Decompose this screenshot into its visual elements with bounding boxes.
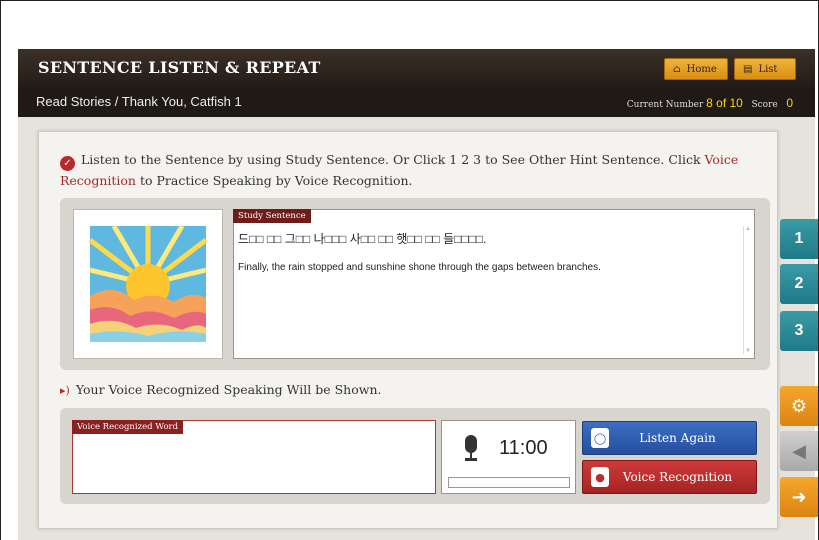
arrow-left-icon: ◀ (792, 440, 806, 461)
instruction-text: ✓ Listen to the Sentence by using Study S… (60, 150, 760, 191)
score-value: 0 (786, 96, 793, 110)
sub-header: Read Stories / Thank You, Catfish 1 Curr… (18, 87, 815, 117)
story-illustration (73, 209, 223, 359)
list-button-label: List (758, 63, 778, 75)
study-sentence-label: Study Sentence (233, 209, 311, 223)
scrollbar[interactable] (743, 226, 752, 354)
voice-recognition-label: Voice Recognition (622, 470, 733, 484)
window-left-edge (0, 48, 18, 540)
voice-recognized-box: Voice Recognized Word (72, 420, 436, 494)
timer-value: 11:00 (499, 437, 548, 459)
arrow-right-icon: ➜ (791, 486, 807, 507)
score-label: Score (751, 100, 778, 110)
previous-button[interactable]: ◀ (780, 431, 818, 471)
list-button[interactable]: ▤ List (734, 58, 796, 80)
instruction-part2: to Practice Speaking by Voice Recognitio… (135, 173, 413, 188)
current-number-value: 8 of 10 (706, 96, 743, 110)
english-sentence: Finally, the rain stopped and sunshine s… (238, 262, 601, 273)
home-button[interactable]: ⌂ Home (664, 58, 728, 80)
listen-again-label: Listen Again (639, 431, 716, 445)
voice-section-title: ▸) Your Voice Recognized Speaking Will be… (60, 382, 381, 397)
list-icon: ▤ (743, 63, 753, 75)
progress-info: Current Number 8 of 10 Score 0 (627, 96, 793, 110)
next-button[interactable]: ➜ (780, 477, 818, 517)
hint-button-3[interactable]: 3 (780, 311, 818, 351)
check-icon: ✓ (60, 156, 75, 171)
gear-icon: ⚙ (790, 395, 808, 416)
page-title: SENTENCE LISTEN & REPEAT (38, 58, 321, 77)
voice-recognition-button[interactable]: ● Voice Recognition (582, 460, 757, 494)
microphone-icon: ● (591, 467, 609, 487)
current-number-label: Current Number (626, 100, 704, 110)
instruction-part1: Listen to the Sentence by using Study Se… (81, 152, 705, 167)
settings-button[interactable]: ⚙ (780, 386, 818, 426)
speaker-icon: ▸) (60, 384, 70, 397)
title-bar: SENTENCE LISTEN & REPEAT ⌂ Home ▤ List (18, 49, 815, 87)
home-button-label: Home (686, 63, 717, 75)
recording-progress-bar (448, 477, 570, 488)
sunshine-image (88, 224, 208, 342)
listen-again-button[interactable]: ◯ Listen Again (582, 421, 757, 455)
window-top-area (0, 0, 819, 49)
timer-box: 11:00 (441, 420, 576, 494)
microphone-icon (464, 435, 478, 465)
korean-sentence[interactable]: 드□□ □□ 그□□ 나□□□ 사□□ □□ 햇□□ □□ 들□□□□. (238, 230, 486, 247)
headphones-icon: ◯ (591, 428, 609, 448)
home-icon: ⌂ (673, 63, 681, 75)
voice-title-text: Your Voice Recognized Speaking Will be S… (75, 382, 382, 397)
hint-button-1[interactable]: 1 (780, 219, 818, 259)
study-sentence-box: Study Sentence 드□□ □□ 그□□ 나□□□ 사□□ □□ 햇□… (233, 209, 755, 359)
hint-button-2[interactable]: 2 (780, 264, 818, 304)
breadcrumb: Read Stories / Thank You, Catfish 1 (36, 94, 242, 109)
voice-recognized-label: Voice Recognized Word (72, 420, 184, 434)
